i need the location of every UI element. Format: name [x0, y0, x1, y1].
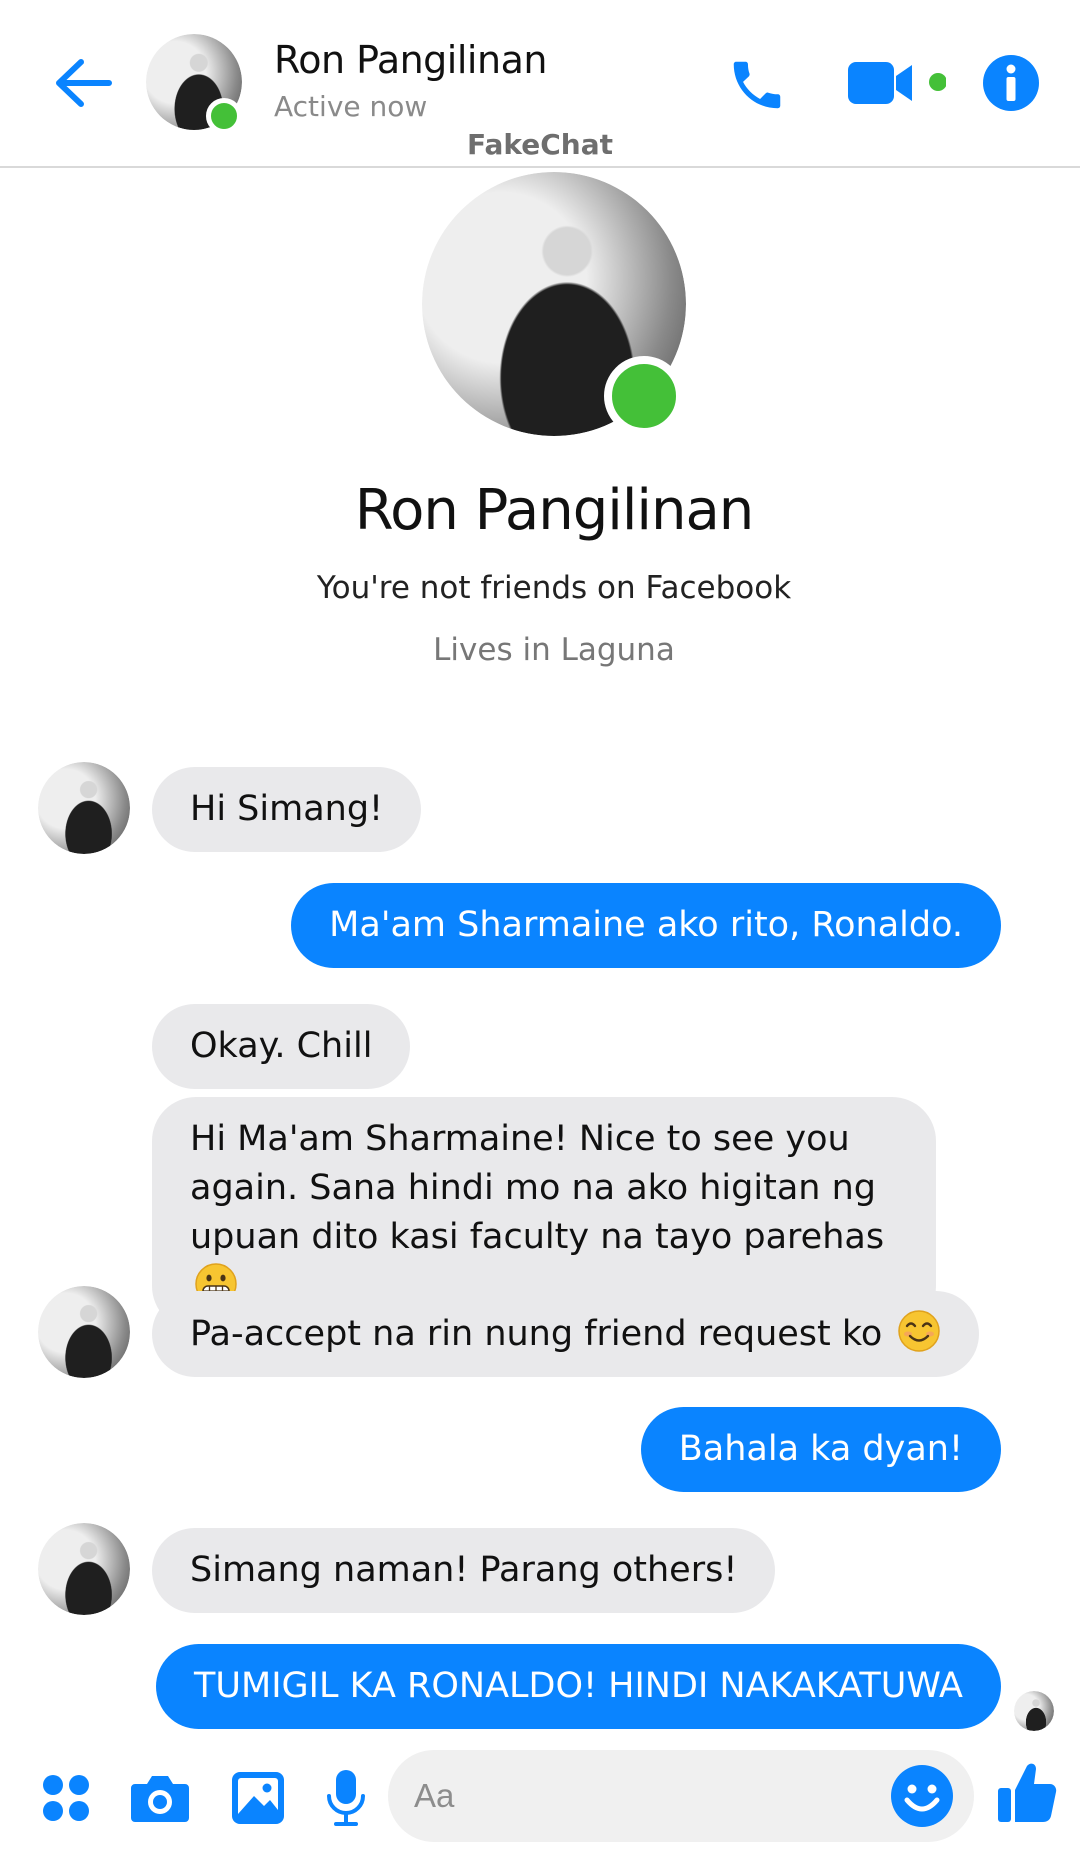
- profile-name: Ron Pangilinan: [354, 478, 755, 543]
- voice-message-button[interactable]: [314, 1766, 378, 1830]
- chat-header: Ron Pangilinan Active now FakeChat: [0, 0, 1080, 168]
- back-button[interactable]: [48, 48, 118, 118]
- video-call-button[interactable]: [846, 56, 946, 110]
- profile-online-indicator: [604, 356, 684, 436]
- friend-status: You're not friends on Facebook: [316, 570, 792, 606]
- info-icon: [983, 55, 1039, 111]
- voice-call-button[interactable]: [722, 50, 792, 120]
- camera-button[interactable]: [128, 1766, 192, 1830]
- phone-icon: [733, 61, 781, 109]
- message-composer: [0, 1748, 1080, 1855]
- microphone-icon: [327, 1770, 365, 1826]
- message-bubble-incoming[interactable]: Okay. Chill: [152, 1004, 411, 1089]
- contact-name[interactable]: Ron Pangilinan: [274, 38, 547, 82]
- image-icon: [232, 1772, 284, 1824]
- message-bubble-outgoing[interactable]: TUMIGIL KA RONALDO! HINDI NAKAKATUWA: [156, 1644, 1001, 1729]
- message-bubble-outgoing[interactable]: Ma'am Sharmaine ako rito, Ronaldo.: [291, 883, 1001, 968]
- message-bubble-incoming[interactable]: Hi Simang!: [152, 767, 422, 852]
- emoji-button[interactable]: [890, 1764, 954, 1828]
- message-bubble-outgoing[interactable]: Bahala ka dyan!: [640, 1407, 1001, 1492]
- watermark-label: FakeChat: [466, 128, 613, 161]
- sender-avatar[interactable]: [38, 1286, 130, 1378]
- video-camera-icon: [848, 62, 946, 104]
- emoji-icon: [891, 1765, 953, 1827]
- message-text: Pa-accept na rin nung friend request ko: [190, 1314, 883, 1354]
- message-input[interactable]: [388, 1750, 974, 1842]
- message-bubble-incoming[interactable]: Pa-accept na rin nung friend request ko: [152, 1291, 980, 1377]
- info-button[interactable]: [980, 52, 1042, 114]
- back-arrow-icon: [56, 59, 112, 107]
- apps-grid-icon: [43, 1775, 89, 1821]
- gallery-button[interactable]: [226, 1766, 290, 1830]
- message-text: Hi Ma'am Sharmaine! Nice to see you agai…: [190, 1119, 885, 1257]
- like-button[interactable]: [996, 1760, 1060, 1830]
- apps-button[interactable]: [34, 1766, 98, 1830]
- message-bubble-incoming[interactable]: Simang naman! Parang others!: [152, 1528, 776, 1613]
- thumbs-up-icon: [998, 1763, 1057, 1822]
- smiling-face-icon: [898, 1310, 941, 1352]
- sender-avatar[interactable]: [38, 762, 130, 854]
- camera-icon: [131, 1776, 189, 1822]
- read-receipt-avatar: [1014, 1691, 1054, 1731]
- sender-avatar[interactable]: [38, 1523, 130, 1615]
- active-status: Active now: [274, 90, 428, 123]
- profile-location: Lives in Laguna: [433, 632, 675, 668]
